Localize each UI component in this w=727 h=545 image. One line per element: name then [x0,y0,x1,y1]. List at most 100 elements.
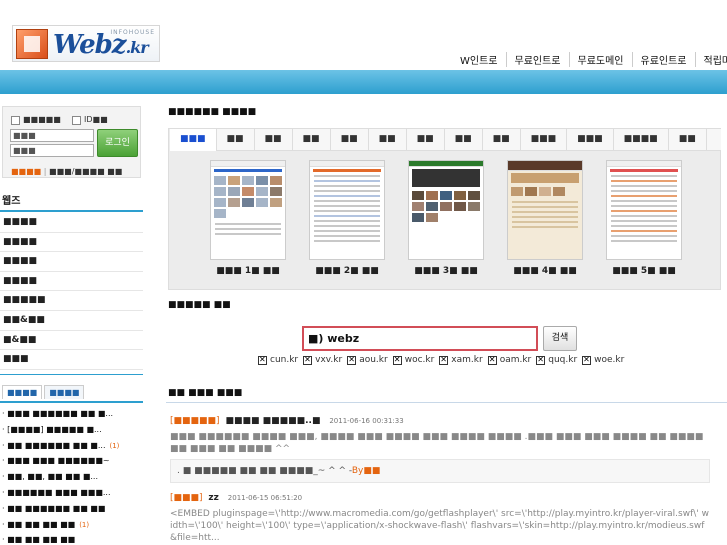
tld-option[interactable]: oam.kr [487,355,531,365]
gallery-tab[interactable]: ■■ [445,129,483,151]
gallery-tab[interactable]: ■■ [217,129,255,151]
list-item[interactable]: · ■■ ■■ ■■ ■■ (1) [2,517,143,533]
nav-point-marketing[interactable]: 적립마케팅 [694,52,727,67]
intro-thumbnail[interactable] [408,160,484,260]
post-reply: . ■ ■■■■■ ■■ ■■ ■■■■_~ ^ ^ -By■■ [170,459,710,483]
sidebar-item[interactable]: ■&■■ [0,331,143,351]
sidebar-tabs: ■■■■ ■■■■ [2,385,86,399]
sidebar-item[interactable]: ■■■ [0,350,143,370]
tld-option[interactable]: aou.kr [347,355,388,365]
gallery-tab[interactable]: ■■ [483,129,521,151]
save-id-checkbox[interactable] [11,116,20,125]
divider [0,374,143,375]
tld-option[interactable]: cun.kr [258,355,298,365]
sidebar-tab-1[interactable]: ■■■■ [2,385,43,399]
sidebar-post-list: · ■■■ ■■■■■■ ■■ ■... · [■■■■] ■■■■■ ■...… [2,406,143,545]
login-box: ■■■■■ ID■■ ■■■ ■■■ 로그인 ■■■■ | ■■■/■■■■ ■… [2,106,141,178]
intro-thumbnail[interactable] [507,160,583,260]
thumbnail-label[interactable]: ■■■ 5■ ■■ [599,266,689,276]
secure-login-checkbox[interactable] [72,116,81,125]
header-blue-bar [0,70,727,94]
nav-w-intro[interactable]: W인트로 [452,52,506,67]
sidebar-item[interactable]: ■■■■ [0,252,143,272]
nav-free-domain[interactable]: 무료도메인 [568,52,632,67]
thumbnail-label[interactable]: ■■■ 3■ ■■ [401,266,491,276]
checkbox-icon[interactable] [582,355,592,365]
list-item[interactable]: · ■■, ■■, ■■ ■■ ■... [2,469,143,485]
post-title[interactable]: zz [208,493,218,503]
gallery-title: ■■■■■■ ■■■■ [168,107,257,117]
nav-paid-intro[interactable]: 유료인트로 [631,52,695,67]
thumbnail-label[interactable]: ■■■ 4■ ■■ [500,266,590,276]
sidebar-menu: ■■■■ ■■■■ ■■■■ ■■■■ ■■■■■ ■■&■■ ■&■■ ■■■ [0,213,143,370]
sidebar-tab-2[interactable]: ■■■■ [44,385,85,399]
gallery-tab[interactable]: ■■ [369,129,407,151]
checkbox-icon[interactable] [439,355,449,365]
gallery-tab[interactable]: ■■■ [170,129,217,151]
gallery-tab[interactable]: ■■ [293,129,331,151]
sidebar-title: 웹즈 [2,196,21,207]
divider [0,210,143,212]
search-button[interactable]: 검색 [543,326,577,351]
post-category[interactable]: ■■■ [174,493,200,503]
posts-title: ■■ ■■■ ■■■ [168,388,243,398]
list-item[interactable]: · ■■■ ■■■ ■■■■■■~ [2,453,143,469]
list-item[interactable]: · [■■■■] ■■■■■ ■... [2,422,143,438]
password-input[interactable]: ■■■ [10,144,94,157]
sidebar-item[interactable]: ■■■■ [0,272,143,292]
intro-thumbnail[interactable] [606,160,682,260]
header: Webz.kr INFOHOUSE W인트로 무료인트로 무료도메인 유료인트로… [0,0,727,70]
intro-thumbnail[interactable] [210,160,286,260]
gallery-tab[interactable]: ■■■ [521,129,568,151]
gallery-tab[interactable]: ■■ [407,129,445,151]
list-item[interactable]: · ■■ ■■■■■■ ■■ ■■ [2,501,143,517]
tld-option[interactable]: xam.kr [439,355,483,365]
post-header: [■■■■■] ■■■■ ■■■■■..■ 2011-06-16 00:31:3… [170,416,404,426]
post-category[interactable]: ■■■■■ [174,416,217,426]
checkbox-icon[interactable] [536,355,546,365]
site-logo[interactable]: Webz.kr INFOHOUSE [12,25,160,62]
post-date: 2011-06-16 00:31:33 [329,417,404,425]
login-links: ■■■■ | ■■■/■■■■ ■■ [11,167,123,176]
tld-option[interactable]: woe.kr [582,355,624,365]
post-title[interactable]: ■■■■ ■■■■■..■ [225,416,320,426]
checkbox-icon[interactable] [487,355,497,365]
tld-option[interactable]: quq.kr [536,355,577,365]
post-date: 2011-06-15 06:51:20 [227,494,303,502]
list-item[interactable]: · ■■ ■■■■■■ ■■ ■... (1) [2,438,143,454]
sidebar-item[interactable]: ■■■■ [0,213,143,233]
sidebar-item[interactable]: ■■■■■ [0,291,143,311]
main-content: ■■■■■■ ■■■■ ■■■ ■■ ■■ ■■ ■■ ■■ ■■ ■■ ■■ … [166,104,727,545]
sidebar-item[interactable]: ■■■■ [0,233,143,253]
tld-option[interactable]: woc.kr [392,355,434,365]
checkbox-icon[interactable] [258,355,267,365]
nav-free-intro[interactable]: 무료인트로 [505,52,569,67]
gallery-tab[interactable]: ■■ [331,129,369,151]
checkbox-icon[interactable] [347,355,357,365]
list-item[interactable]: · ■■■ ■■■■■■ ■■ ■... [2,406,143,422]
intro-thumbnail[interactable] [309,160,385,260]
sidebar-item[interactable]: ■■&■■ [0,311,143,331]
gallery-tab[interactable]: ■■ [255,129,293,151]
intro-gallery: ■■■ ■■ ■■ ■■ ■■ ■■ ■■ ■■ ■■ ■■■ ■■■ ■■■■… [168,128,721,290]
domain-search-title: ■■■■■ ■■ [168,300,231,310]
thumbnail-label[interactable]: ■■■ 1■ ■■ [203,266,293,276]
gallery-tab[interactable]: ■■■ [567,129,614,151]
checkbox-icon[interactable] [392,355,402,365]
id-input[interactable]: ■■■ [10,129,94,142]
logo-subtitle: INFOHOUSE [110,29,155,36]
gallery-tab[interactable]: ■■■■ [614,129,669,151]
checkbox-icon[interactable] [303,355,313,365]
post-header: [■■■] zz 2011-06-15 06:51:20 [170,493,303,503]
tld-option[interactable]: vxv.kr [303,355,342,365]
gallery-tab[interactable]: ■■ [669,129,707,151]
thumbnail-label[interactable]: ■■■ 2■ ■■ [302,266,392,276]
post-body: <EMBED pluginspage=\'http://www.macromed… [170,509,709,543]
list-item[interactable]: · ■■■■■■ ■■■ ■■■... [2,485,143,501]
join-link[interactable]: ■■■■ [11,167,41,176]
find-account-link[interactable]: ■■■/■■■■ ■■ [49,167,122,176]
login-button[interactable]: 로그인 [97,129,138,157]
list-item[interactable]: · ■■ ■■ ■■ ■■ [2,532,143,545]
domain-search-input[interactable]: ■) webz [302,326,538,351]
divider [166,402,727,403]
